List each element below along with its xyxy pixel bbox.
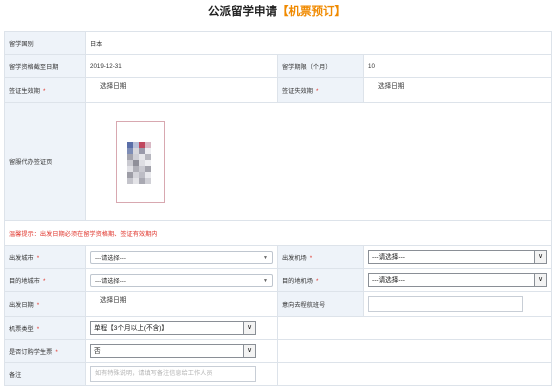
row-student-ticket: 是否订购学生票 * 否 ∨ [4,339,552,363]
dest-airport-value: ---请选择--- [372,277,405,284]
dest-airport-label-cell: 目的地机场 * [277,268,364,292]
row-qualification: 留学资格截至日期 2019-12-31 留学期限（个月） 10 [4,54,552,78]
ticket-type-label-cell: 机票类型 * [4,316,86,340]
flight-number-cell [363,291,552,317]
warning-cell: 温馨提示：出发日期必须在留学资格期、签证有效期内 [4,220,552,246]
student-ticket-label: 是否订购学生票 [9,348,53,356]
page-title: 公派留学申请【机票预订】 [0,3,554,19]
required-mark: * [42,277,46,285]
qualification-end-label: 留学资格截至日期 [4,54,86,78]
required-mark: * [36,301,40,309]
visa-end-cell: 选择日期 [363,77,552,103]
student-ticket-value: 否 [94,348,101,355]
row-visa-page: 留服代办签证页 [4,102,552,221]
flight-number-label: 意向去程航班号 [277,291,364,317]
row-ticket-type: 机票类型 * 单程【3个月以上(不含)】 ∨ [4,316,552,340]
ticket-type-empty [277,316,552,340]
required-mark: * [315,87,319,95]
visa-end-label: 签证失效期 [282,87,313,95]
visa-page-thumbnail [127,141,153,186]
ticket-type-value: 单程【3个月以上(不含)】 [94,325,168,332]
select-arrow-icon[interactable]: ∨ [243,322,255,334]
depart-date-cell: 选择日期 [85,291,278,317]
ticket-type-select[interactable]: 单程【3个月以上(不含)】 ∨ [90,321,256,335]
student-ticket-empty [277,339,552,363]
dest-city-select[interactable]: ---请选择--- ▼ [90,273,273,287]
application-form: 留学国别 日本 留学资格截至日期 2019-12-31 留学期限（个月） 10 … [4,31,552,386]
country-label: 留学国别 [4,31,86,55]
visa-end-date-picker[interactable]: 选择日期 [378,80,404,90]
select-arrow-icon[interactable]: ∨ [534,251,546,263]
depart-airport-label: 出发机场 [282,254,307,262]
depart-airport-value: ---请选择--- [372,254,405,261]
caret-down-icon: ▼ [263,277,268,284]
dest-city-value: ---请选择--- [95,277,126,285]
depart-date-label-cell: 出发日期 * [4,291,86,317]
row-country: 留学国别 日本 [4,31,552,55]
country-value: 日本 [85,31,552,55]
depart-city-label-cell: 出发城市 * [4,245,86,269]
page-title-highlight: 【机票预订】 [277,6,346,18]
select-arrow-icon[interactable]: ∨ [243,345,255,357]
required-mark: * [55,348,58,356]
depart-city-select[interactable]: ---请选择--- ▼ [90,250,273,264]
row-visa-dates: 签证生效期 * 选择日期 签证失效期 * 选择日期 [4,77,552,103]
flight-number-input[interactable] [368,296,523,312]
required-mark: * [36,254,40,262]
dest-airport-select[interactable]: ---请选择--- ∨ [368,273,547,287]
depart-date-label: 出发日期 [9,301,34,309]
page-title-main: 公派留学申请 [208,6,277,18]
study-period-label: 留学期限（个月） [277,54,364,78]
depart-date-picker[interactable]: 选择日期 [100,294,126,304]
dest-city-label-cell: 目的地城市 * [4,268,86,292]
visa-page-label: 留服代办签证页 [4,102,86,221]
visa-end-label-cell: 签证失效期 * [277,77,364,103]
select-arrow-icon[interactable]: ∨ [534,274,546,286]
visa-start-label-cell: 签证生效期 * [4,77,86,103]
ticket-type-label: 机票类型 [9,325,34,333]
visa-start-label: 签证生效期 [9,87,40,95]
depart-airport-label-cell: 出发机场 * [277,245,364,269]
dest-city-label: 目的地城市 [9,277,40,285]
dest-airport-cell: ---请选择--- ∨ [363,268,552,292]
visa-start-cell: 选择日期 [85,77,278,103]
row-warning: 温馨提示：出发日期必须在留学资格期、签证有效期内 [4,220,552,246]
dest-airport-label: 目的地机场 [282,277,313,285]
caret-down-icon: ▼ [263,254,268,261]
student-ticket-select[interactable]: 否 ∨ [90,344,256,358]
row-depart-date: 出发日期 * 选择日期 意向去程航班号 [4,291,552,317]
row-departure: 出发城市 * ---请选择--- ▼ 出发机场 * ---请选择--- ∨ [4,245,552,269]
warning-text: 温馨提示：出发日期必须在留学资格期、签证有效期内 [9,230,158,238]
visa-page-image[interactable] [116,120,165,203]
depart-city-value: ---请选择--- [95,254,126,262]
required-mark: * [309,254,313,262]
student-ticket-label-cell: 是否订购学生票 * [4,339,86,363]
student-ticket-cell: 否 ∨ [85,339,278,363]
required-mark: * [315,277,319,285]
row-notes: 备注 如有特殊说明，请填写备注信息给工作人员 [4,362,552,386]
notes-empty [277,362,552,386]
study-period-value: 10 [363,54,552,78]
notes-label: 备注 [4,362,86,386]
depart-city-label: 出发城市 [9,254,34,262]
visa-start-date-picker[interactable]: 选择日期 [100,80,126,90]
required-mark: * [42,87,46,95]
notes-cell: 如有特殊说明，请填写备注信息给工作人员 [85,362,278,386]
qualification-end-value: 2019-12-31 [85,54,278,78]
depart-airport-select[interactable]: ---请选择--- ∨ [368,250,547,264]
ticket-type-cell: 单程【3个月以上(不含)】 ∨ [85,316,278,340]
visa-page-cell [85,102,552,221]
depart-airport-cell: ---请选择--- ∨ [363,245,552,269]
row-destination: 目的地城市 * ---请选择--- ▼ 目的地机场 * ---请选择--- ∨ [4,268,552,292]
depart-city-cell: ---请选择--- ▼ [85,245,278,269]
dest-city-cell: ---请选择--- ▼ [85,268,278,292]
required-mark: * [36,325,40,333]
